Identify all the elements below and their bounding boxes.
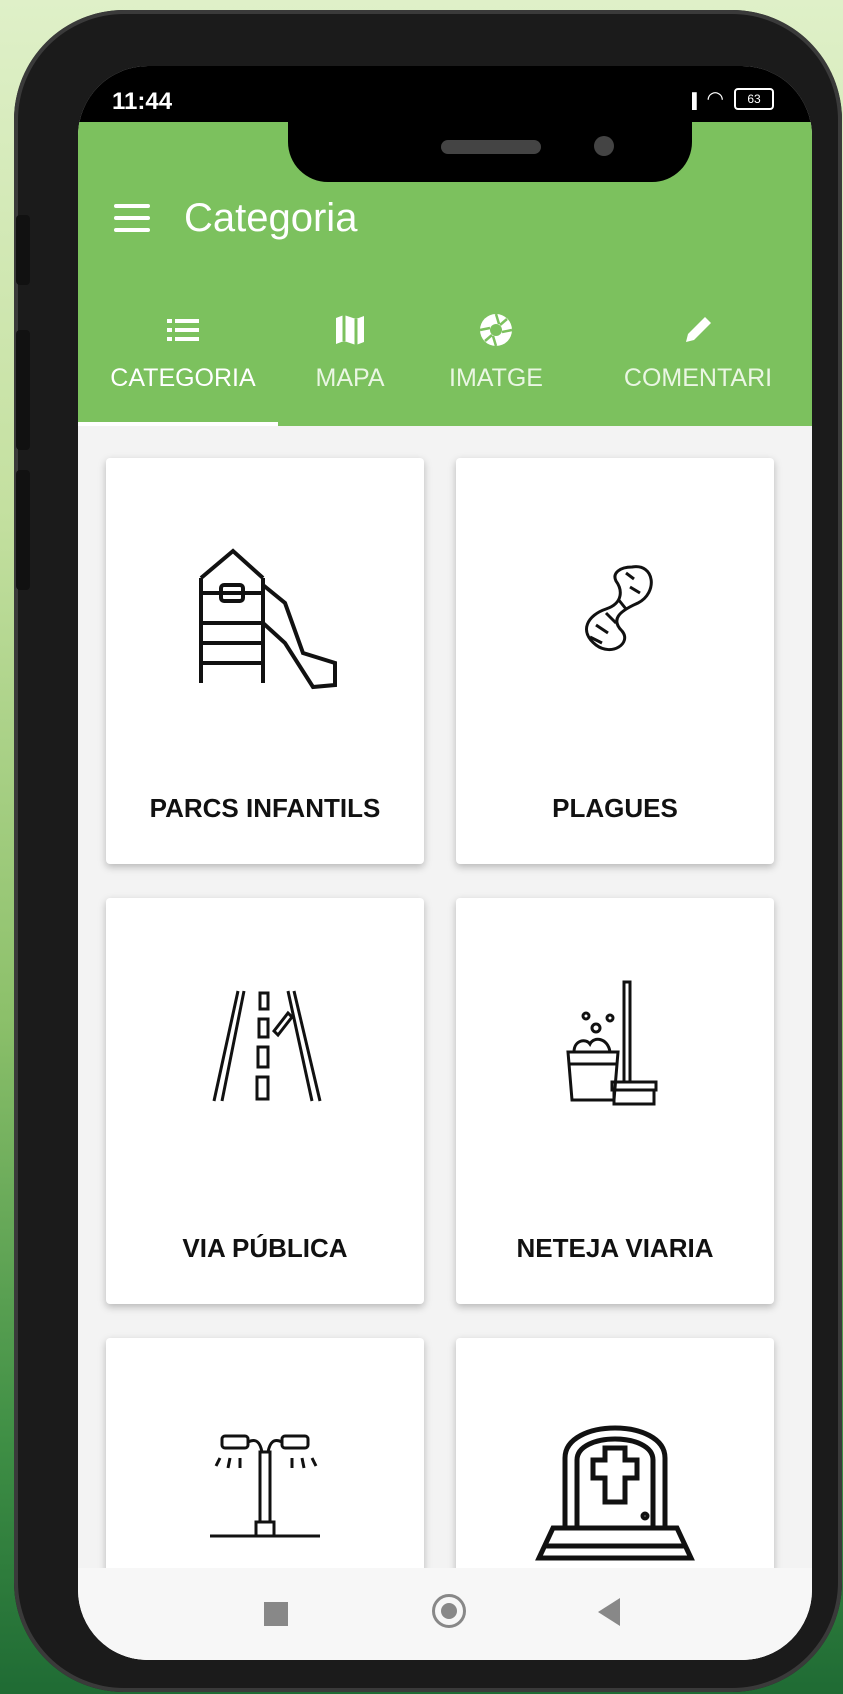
pencil-icon <box>686 317 711 342</box>
category-card[interactable]: NETEJA VIARIA <box>456 898 774 1304</box>
map-icon <box>336 315 364 345</box>
worm-icon <box>585 565 653 652</box>
back-button[interactable] <box>598 1598 620 1626</box>
system-nav-bar <box>78 1568 812 1660</box>
category-card[interactable]: PLAGUES <box>456 458 774 864</box>
playground-slide-icon <box>199 548 337 690</box>
category-label: VIA PÚBLICA <box>182 1233 348 1263</box>
tab-categoria[interactable]: CATEGORIA <box>88 282 278 422</box>
front-camera <box>594 136 614 156</box>
mop-bucket-icon <box>566 980 658 1106</box>
phone-side-button <box>16 215 30 285</box>
category-label: PARCS INFANTILS <box>149 793 381 823</box>
phone-volume-down-button <box>16 470 30 590</box>
tab-mapa[interactable]: MAPA <box>290 282 410 422</box>
tab-label: IMATGE <box>449 364 543 392</box>
camera-aperture-icon <box>479 313 513 347</box>
phone-volume-up-button <box>16 330 30 450</box>
wifi-icon: ◠ <box>706 88 724 110</box>
road-icon <box>212 990 322 1102</box>
category-card[interactable]: PARCS INFANTILS <box>106 458 424 864</box>
home-button[interactable] <box>432 1594 466 1628</box>
active-tab-indicator <box>78 422 278 426</box>
phone-frame: 11:44 ▂▄▆ ◠ 63 Categoria CATEG <box>14 10 842 1692</box>
phone-screen: 11:44 ▂▄▆ ◠ 63 Categoria CATEG <box>78 66 812 1660</box>
tab-label: COMENTARI <box>623 364 773 392</box>
recent-apps-button[interactable] <box>264 1602 288 1626</box>
notch <box>218 66 692 122</box>
category-label: PLAGUES <box>552 793 678 823</box>
tab-comentari[interactable]: COMENTARI <box>588 282 808 422</box>
page-title: Categoria <box>184 196 358 240</box>
tab-imatge[interactable]: IMATGE <box>422 282 570 422</box>
tab-label: CATEGORIA <box>110 364 256 392</box>
street-lamp-icon <box>210 1434 320 1538</box>
category-card[interactable]: VIA PÚBLICA <box>106 898 424 1304</box>
menu-icon[interactable] <box>114 204 150 232</box>
battery-icon: 63 <box>734 87 774 110</box>
earpiece-speaker <box>441 140 541 154</box>
tab-bar: CATEGORIA MAPA IMATGE COMENTARI <box>78 282 812 426</box>
category-label: NETEJA VIARIA <box>516 1233 714 1263</box>
status-time: 11:44 <box>112 88 173 115</box>
list-icon <box>167 319 199 341</box>
tab-label: MAPA <box>315 364 385 392</box>
tombstone-icon <box>535 1425 695 1561</box>
